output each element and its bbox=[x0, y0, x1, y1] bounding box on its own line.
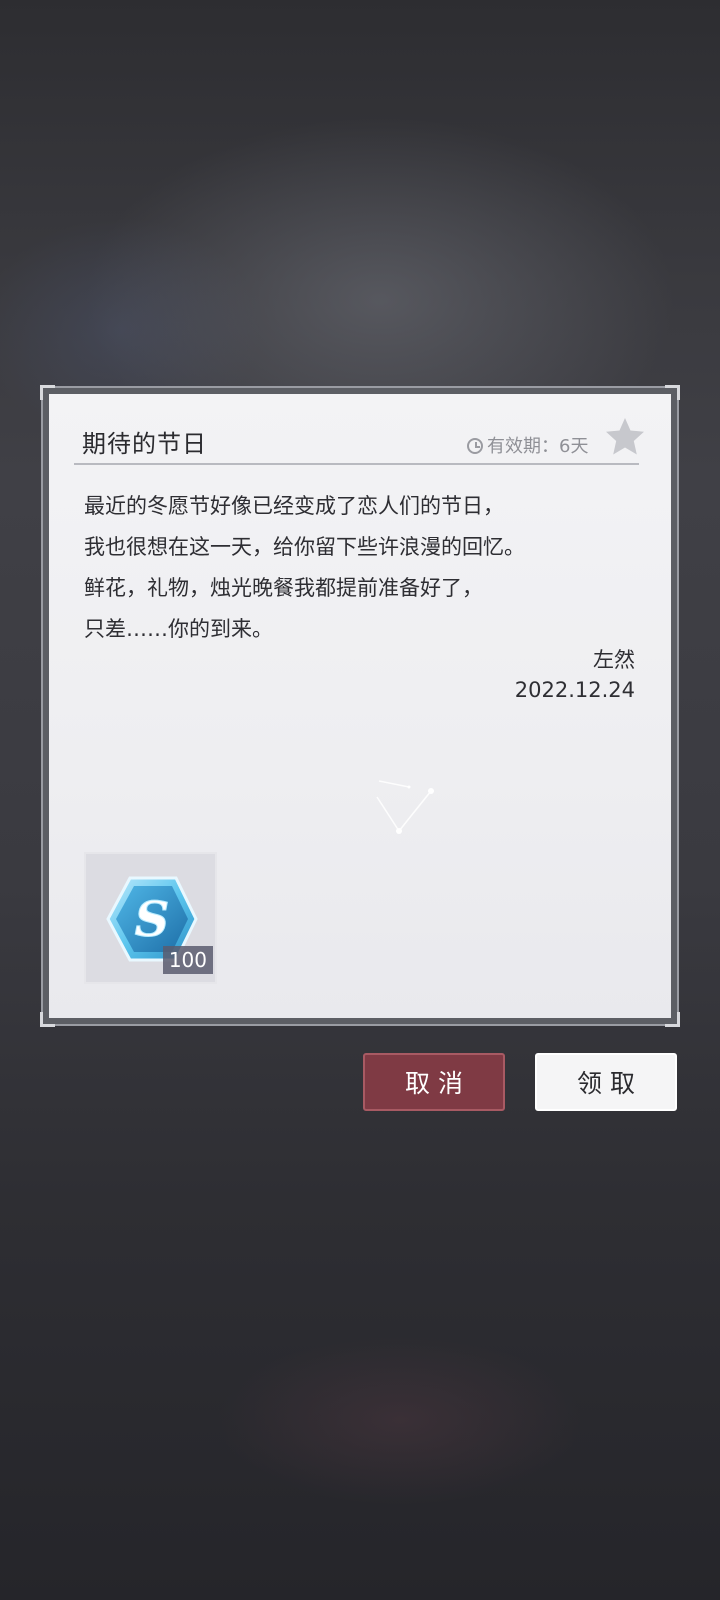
validity-indicator: 有效期：6天 bbox=[467, 432, 588, 458]
letter-title: 期待的节日 bbox=[82, 430, 207, 458]
constellation-decoration bbox=[376, 780, 434, 834]
letter-frame: 期待的节日 有效期：6天 最近的冬愿节好像已经变成了恋人们的节日， 我也很想在这… bbox=[40, 385, 680, 1027]
svg-text:S: S bbox=[135, 892, 170, 948]
letter-date: 2022.12.24 bbox=[514, 678, 635, 702]
letter-line: 最近的冬愿节好像已经变成了恋人们的节日， bbox=[84, 494, 504, 518]
reward-item-slot[interactable]: S 100 bbox=[84, 852, 217, 984]
clock-icon bbox=[467, 438, 483, 454]
letter-line: 我也很想在这一天，给你留下些许浪漫的回忆。 bbox=[84, 535, 525, 559]
letter-card: 期待的节日 有效期：6天 最近的冬愿节好像已经变成了恋人们的节日， 我也很想在这… bbox=[49, 394, 671, 1018]
letter-body: 最近的冬愿节好像已经变成了恋人们的节日， 我也很想在这一天，给你留下些许浪漫的回… bbox=[84, 486, 624, 650]
letter-line: 鲜花，礼物，烛光晚餐我都提前准备好了， bbox=[84, 576, 483, 600]
letter-line: 只差……你的到来。 bbox=[84, 617, 273, 641]
letter-signature: 左然 bbox=[593, 648, 635, 672]
cancel-button[interactable]: 取消 bbox=[363, 1053, 505, 1111]
star-icon[interactable] bbox=[604, 416, 646, 458]
reward-count: 100 bbox=[162, 946, 213, 974]
validity-label: 有效期：6天 bbox=[487, 436, 589, 457]
title-divider bbox=[74, 463, 639, 465]
claim-button[interactable]: 领取 bbox=[535, 1053, 677, 1111]
